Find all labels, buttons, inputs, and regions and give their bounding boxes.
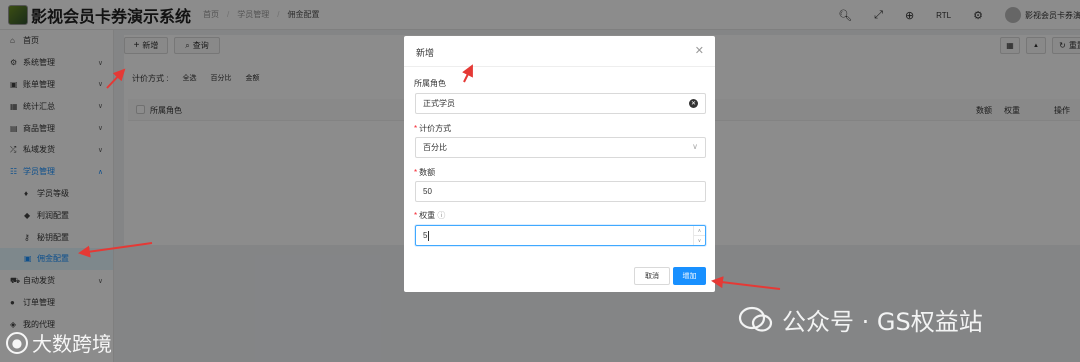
dialog-divider — [404, 66, 715, 67]
dialog-title: 新增 — [416, 48, 435, 58]
role-value: 正式学员 — [423, 99, 455, 108]
role-select[interactable]: 正式学员 ✕ — [415, 93, 706, 114]
number-stepper[interactable]: ∧ ∨ — [693, 226, 705, 245]
watermark-right: 公众号 · GS权益站 — [738, 302, 983, 337]
step-up-icon[interactable]: ∧ — [694, 226, 705, 236]
chevron-down-icon: ∨ — [692, 142, 698, 151]
wechat-icon — [738, 306, 773, 332]
watermark-logo-icon: ● — [6, 331, 28, 354]
weight-input[interactable]: 5 ∧ ∨ — [415, 225, 706, 246]
pricing-select[interactable]: 百分比 ∨ — [415, 137, 706, 158]
pricing-value: 百分比 — [423, 143, 447, 152]
submit-button[interactable]: 增加 — [673, 267, 706, 285]
close-icon[interactable]: ✕ — [695, 44, 704, 57]
weight-value: 5 — [423, 231, 428, 240]
watermark-left: ● 大数跨境 — [6, 328, 112, 357]
step-down-icon[interactable]: ∨ — [694, 236, 705, 245]
amount-value: 50 — [423, 187, 432, 196]
cancel-button[interactable]: 取消 — [634, 267, 670, 285]
help-icon[interactable]: ⓘ — [437, 211, 445, 220]
add-dialog: 新增 ✕ 所属角色 正式学员 ✕ * 计价方式 百分比 ∨ * 数额 50 * 权重 … — [404, 36, 715, 292]
role-label: 所属角色 — [414, 79, 446, 88]
pricing-label: * 计价方式 — [414, 124, 452, 133]
amount-label: * 数额 — [414, 168, 436, 177]
amount-input[interactable]: 50 — [415, 181, 706, 202]
weight-label: * 权重 ⓘ — [414, 211, 446, 220]
clear-icon[interactable]: ✕ — [689, 99, 698, 108]
